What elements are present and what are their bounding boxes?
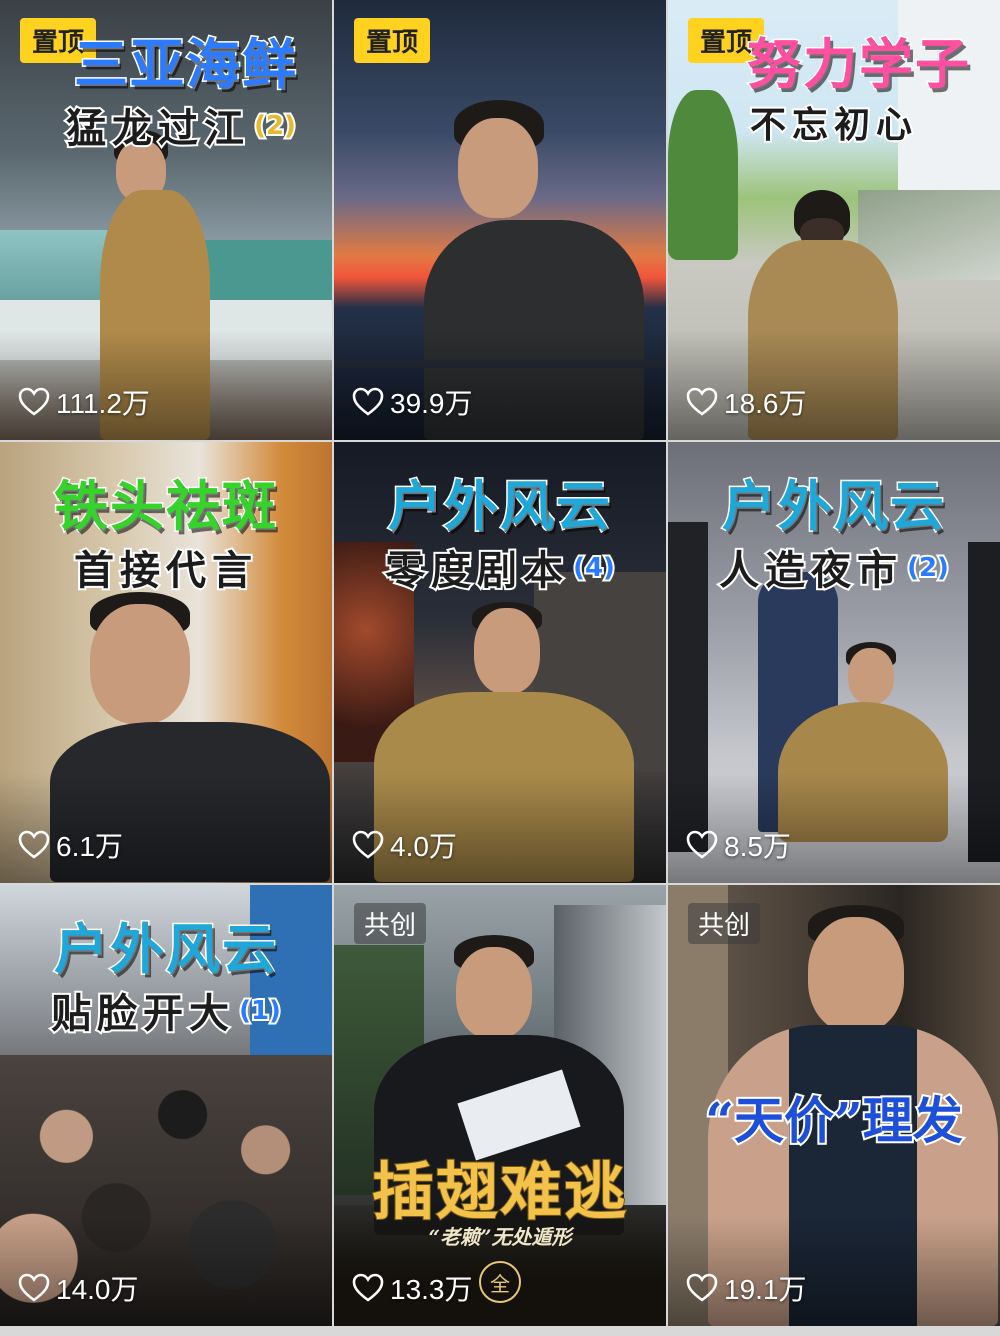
complete-series-icon: 全 (479, 1261, 521, 1303)
heart-outline-icon (18, 387, 50, 416)
video-subtitle: 不忘初心 (748, 102, 918, 148)
heart-outline-icon (352, 387, 384, 416)
video-tile[interactable]: 共创 “天价”理发 19.1万 (668, 885, 1000, 1326)
co-creation-badge: 共创 (688, 903, 761, 944)
like-count: 6.1万 (18, 825, 123, 865)
heart-outline-icon (686, 830, 718, 859)
heart-outline-icon (18, 830, 50, 859)
video-tile[interactable]: 户外风云 人造夜市 (2) 8.5万 (668, 442, 1000, 883)
video-tile[interactable]: 户外风云 贴脸开大 (1) 14.0万 (0, 885, 332, 1326)
video-subtitle: 首接代言 (72, 545, 258, 596)
video-subtitle: 猛龙过江 (2) (64, 103, 298, 154)
video-title: 插翅难逃 (371, 1154, 628, 1229)
video-subtitle: 贴脸开大 (1) (49, 988, 283, 1039)
like-count: 14.0万 (18, 1268, 139, 1308)
video-tile[interactable]: 置顶 努力学子 不忘初心 18.6万 (668, 0, 1000, 440)
like-count: 19.1万 (686, 1268, 807, 1308)
like-count: 8.5万 (686, 825, 791, 865)
heart-outline-icon (18, 1273, 50, 1302)
video-title: 户外风云 (53, 916, 278, 983)
video-tile[interactable]: 共创 插翅难逃 “老赖”无处遁形 全 13.3万 (334, 885, 666, 1326)
episode-label: (2) (252, 109, 298, 143)
video-tile[interactable]: 户外风云 零度剧本 (4) 4.0万 (334, 442, 666, 883)
video-tile[interactable]: 置顶 39.9万 (334, 0, 666, 440)
video-grid: 置顶 三亚海鲜 猛龙过江 (2) 111.2万 置顶 39.9万 置顶 努力学子… (0, 0, 1000, 1336)
video-title: 铁头祛斑 (53, 473, 278, 540)
episode-label: (2) (905, 551, 951, 585)
like-count: 18.6万 (686, 382, 807, 422)
heart-outline-icon (352, 1273, 384, 1302)
video-subtitle: 人造夜市 (2) (717, 545, 951, 596)
video-thumbnail (334, 885, 666, 1326)
heart-outline-icon (686, 1273, 718, 1302)
video-tile[interactable]: 置顶 三亚海鲜 猛龙过江 (2) 111.2万 (0, 0, 332, 440)
video-title: 户外风云 (721, 473, 946, 540)
like-count: 13.3万 (352, 1268, 473, 1308)
episode-label: (4) (571, 551, 617, 585)
like-count: 4.0万 (352, 825, 457, 865)
video-title: 户外风云 (387, 473, 612, 540)
video-tile[interactable]: 铁头祛斑 首接代言 6.1万 (0, 442, 332, 883)
video-title: 努力学子 (746, 31, 971, 98)
heart-outline-icon (352, 830, 384, 859)
video-title: “天价”理发 (703, 1089, 965, 1152)
video-subtitle: 零度剧本 (4) (383, 545, 617, 596)
episode-label: (1) (237, 994, 283, 1028)
like-count: 111.2万 (18, 382, 150, 422)
video-title: 三亚海鲜 (73, 31, 298, 98)
pinned-badge: 置顶 (354, 18, 431, 63)
video-subtitle: “老赖”无处遁形 (428, 1225, 572, 1249)
like-count: 39.9万 (352, 382, 473, 422)
heart-outline-icon (686, 387, 718, 416)
co-creation-badge: 共创 (354, 903, 427, 944)
